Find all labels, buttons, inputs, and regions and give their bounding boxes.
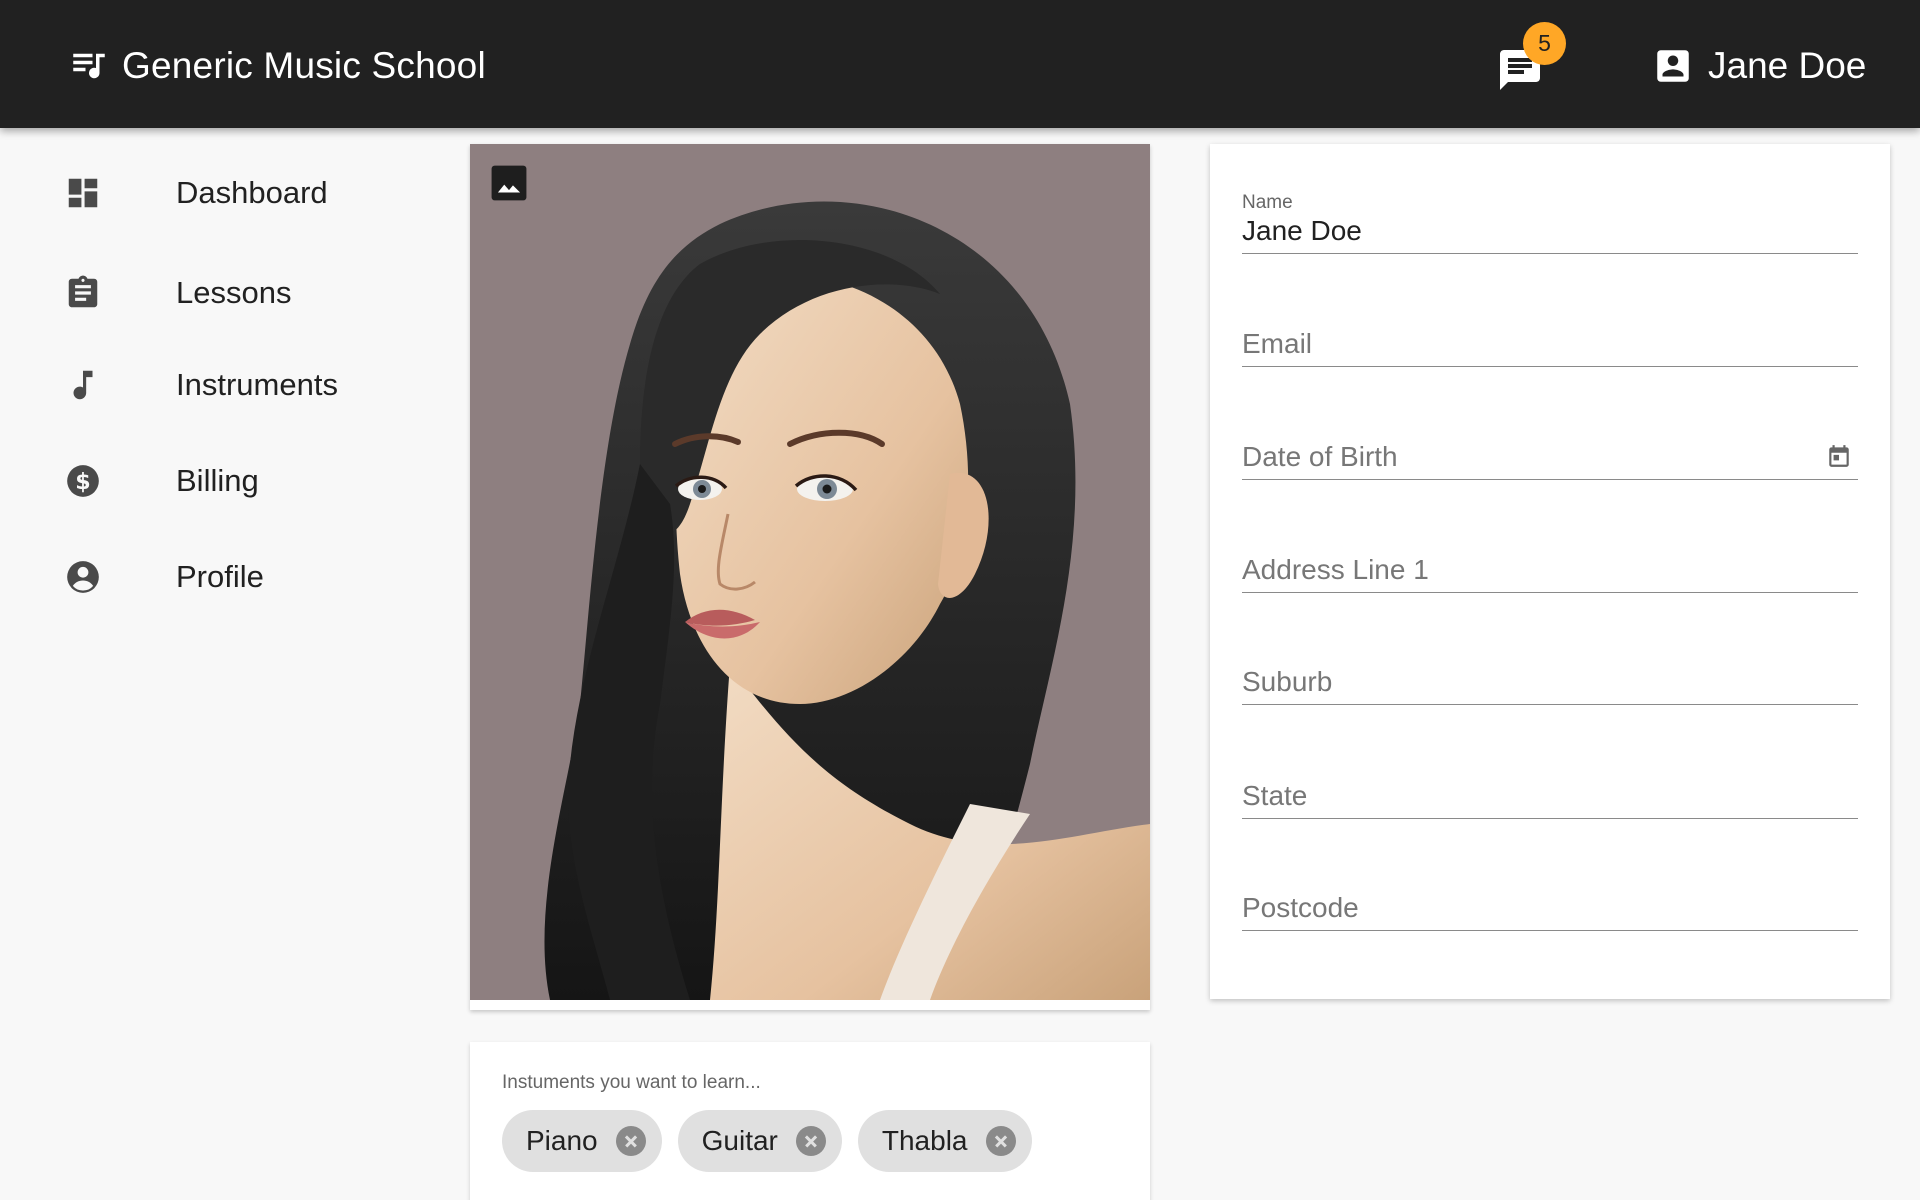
profile-form: Name <box>1210 144 1890 999</box>
user-name: Jane Doe <box>1708 45 1867 86</box>
image-icon[interactable] <box>490 164 528 202</box>
notification-badge: 5 <box>1523 22 1566 65</box>
sidebar-item-label: Billing <box>176 463 259 498</box>
brand[interactable]: Generic Music School <box>68 36 486 96</box>
chip-label: Guitar <box>701 1125 778 1156</box>
svg-text:$: $ <box>75 469 90 495</box>
postcode-field <box>1242 871 1858 931</box>
account-circle-icon <box>67 561 99 593</box>
chip-piano[interactable]: Piano <box>502 1110 662 1172</box>
account-menu[interactable]: Jane Doe <box>1652 40 1866 92</box>
sidebar-item-label: Dashboard <box>176 175 328 210</box>
state-field <box>1242 759 1858 819</box>
name-input[interactable] <box>1242 215 1858 247</box>
dob-input[interactable] <box>1242 441 1858 473</box>
sidebar-item-instruments[interactable]: Instruments <box>0 345 440 425</box>
address-input[interactable] <box>1242 554 1858 586</box>
music-note-icon <box>73 370 93 400</box>
app-title: Generic Music School <box>122 45 486 86</box>
sidebar-item-lessons[interactable]: Lessons <box>0 253 440 333</box>
queue-music-icon <box>73 53 105 79</box>
sidebar-item-dashboard[interactable]: Dashboard <box>0 153 440 233</box>
account-box-icon <box>1657 50 1689 82</box>
profile-image-card <box>470 144 1150 1010</box>
clipboard-icon <box>68 275 98 308</box>
name-field: Name <box>1242 192 1858 254</box>
chip-thabla[interactable]: Thabla <box>857 1110 1032 1172</box>
remove-chip-icon[interactable] <box>795 1126 826 1156</box>
chip-label: Thabla <box>881 1125 968 1156</box>
portrait-illustration <box>470 144 1150 1000</box>
email-field <box>1242 307 1858 367</box>
dob-field <box>1242 420 1858 480</box>
app-bar: Generic Music School 5 Jane Doe <box>0 0 1920 128</box>
address-field <box>1242 533 1858 593</box>
remove-chip-icon[interactable] <box>615 1126 646 1156</box>
sidebar-item-label: Instruments <box>176 367 338 402</box>
postcode-input[interactable] <box>1242 892 1858 924</box>
dollar-circle-icon: $ <box>67 465 99 497</box>
email-input[interactable] <box>1242 328 1858 360</box>
calendar-icon[interactable] <box>1826 443 1852 469</box>
suburb-field <box>1242 645 1858 705</box>
sidebar-item-profile[interactable]: Profile <box>0 537 440 617</box>
sidebar-item-label: Lessons <box>176 275 292 310</box>
name-label: Name <box>1242 192 1293 213</box>
instrument-chips: Piano Guitar Thabla <box>502 1110 1048 1172</box>
sidebar-item-label: Profile <box>176 559 264 594</box>
state-input[interactable] <box>1242 780 1858 812</box>
sidebar-item-billing[interactable]: $ Billing <box>0 441 440 521</box>
remove-chip-icon[interactable] <box>985 1126 1016 1156</box>
suburb-input[interactable] <box>1242 666 1858 698</box>
dashboard-icon <box>68 178 98 208</box>
profile-portrait[interactable] <box>470 144 1150 1000</box>
chip-guitar[interactable]: Guitar <box>677 1110 842 1172</box>
instruments-label: Instuments you want to learn... <box>502 1072 761 1093</box>
instruments-card: Instuments you want to learn... Piano Gu… <box>470 1042 1150 1200</box>
chip-label: Piano <box>526 1125 598 1156</box>
